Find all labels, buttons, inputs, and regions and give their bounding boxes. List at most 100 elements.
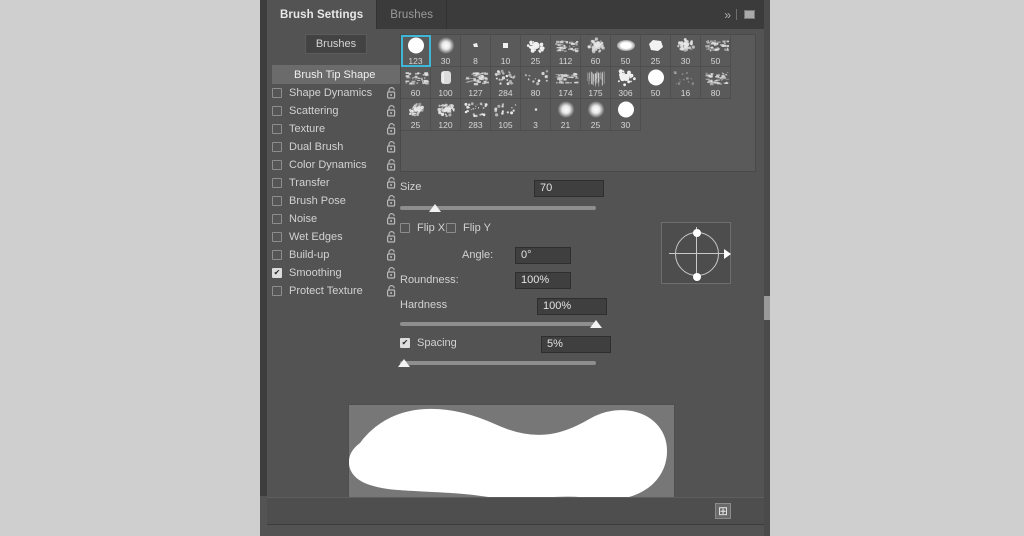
option-checkbox[interactable]	[272, 214, 282, 224]
spacing-checkbox-row[interactable]: Spacing	[400, 337, 457, 349]
brush-preset-cell[interactable]: 175	[581, 67, 611, 99]
brush-preset-cell[interactable]: 306	[611, 67, 641, 99]
brush-preset-cell[interactable]: 284	[491, 67, 521, 99]
panel-scrollbar-thumb[interactable]	[764, 296, 770, 320]
brush-stroke-preview	[348, 404, 675, 503]
option-checkbox[interactable]	[272, 232, 282, 242]
lock-icon[interactable]	[386, 177, 397, 192]
brush-preset-cell[interactable]: 80	[701, 67, 731, 99]
option-checkbox[interactable]	[272, 124, 282, 134]
brush-preset-grid[interactable]: 123 30 8 10 25 112 60 50 25 30 50 60 100 127 284 80 174 1…	[400, 34, 756, 172]
dial-angle-pointer[interactable]	[724, 249, 731, 259]
hardness-slider-track[interactable]	[400, 322, 596, 326]
brush-preset-cell[interactable]: 174	[551, 67, 581, 99]
new-brush-preset-icon[interactable]: ⊞	[715, 503, 731, 519]
brush-preset-cell[interactable]: 112	[551, 35, 581, 67]
brush-preset-cell[interactable]: 50	[641, 67, 671, 99]
brush-preset-cell[interactable]: 50	[701, 35, 731, 67]
option-checkbox[interactable]	[272, 286, 282, 296]
lock-icon[interactable]	[386, 123, 397, 138]
brush-preset-cell[interactable]: 25	[401, 99, 431, 131]
flip-x-checkbox-row[interactable]: Flip X	[400, 222, 445, 234]
lock-icon[interactable]	[386, 213, 397, 228]
brush-preset-cell[interactable]: 30	[431, 35, 461, 67]
option-checkbox[interactable]	[272, 106, 282, 116]
brushes-button[interactable]: Brushes	[305, 34, 367, 54]
sidebar-item-scattering[interactable]: Scattering	[272, 102, 400, 120]
spacing-checkbox[interactable]	[400, 338, 410, 348]
brush-preset-size: 80	[530, 88, 541, 98]
brush-preset-cell[interactable]: 30	[611, 99, 641, 131]
sidebar-item-protect-texture[interactable]: Protect Texture	[272, 282, 400, 300]
panel-menu-icon[interactable]	[744, 10, 755, 19]
flip-y-checkbox-row[interactable]: Flip Y	[446, 222, 491, 234]
dial-circle	[675, 232, 719, 276]
spacing-input[interactable]: 5%	[541, 336, 611, 353]
brush-preset-cell[interactable]: 8	[461, 35, 491, 67]
lock-icon[interactable]	[386, 267, 397, 282]
sidebar-item-dual-brush[interactable]: Dual Brush	[272, 138, 400, 156]
sidebar-item-brush-pose[interactable]: Brush Pose	[272, 192, 400, 210]
brush-preset-cell[interactable]: 25	[581, 99, 611, 131]
size-slider-thumb[interactable]	[429, 204, 442, 212]
tab-brush-settings[interactable]: Brush Settings	[267, 0, 378, 29]
option-checkbox[interactable]	[272, 196, 282, 206]
lock-icon[interactable]	[386, 195, 397, 210]
angle-roundness-dial[interactable]	[661, 222, 731, 284]
dial-top-handle[interactable]	[693, 229, 701, 237]
option-checkbox[interactable]	[272, 160, 282, 170]
lock-icon[interactable]	[386, 231, 397, 246]
hardness-slider-thumb[interactable]	[590, 320, 602, 328]
option-checkbox[interactable]	[272, 142, 282, 152]
sidebar-item-brush-tip-shape[interactable]: Brush Tip Shape	[272, 65, 400, 84]
sidebar-item-transfer[interactable]: Transfer	[272, 174, 400, 192]
brush-preset-cell[interactable]: 60	[581, 35, 611, 67]
brush-preset-cell[interactable]: 30	[671, 35, 701, 67]
brush-preset-cell[interactable]: 25	[641, 35, 671, 67]
flip-y-checkbox[interactable]	[446, 223, 456, 233]
lock-icon[interactable]	[386, 249, 397, 264]
sidebar-item-color-dynamics[interactable]: Color Dynamics	[272, 156, 400, 174]
lock-icon[interactable]	[386, 285, 397, 300]
size-input[interactable]: 70	[534, 180, 604, 197]
brush-preset-cell[interactable]: 21	[551, 99, 581, 131]
sidebar-item-shape-dynamics[interactable]: Shape Dynamics	[272, 84, 400, 102]
lock-icon[interactable]	[386, 87, 397, 102]
brush-thumbnail-dry-brush-icon	[461, 67, 491, 88]
brush-preset-cell[interactable]: 50	[611, 35, 641, 67]
spacing-slider-thumb[interactable]	[397, 359, 410, 367]
flip-x-checkbox[interactable]	[400, 223, 410, 233]
option-label: Shape Dynamics	[289, 87, 373, 99]
sidebar-item-noise[interactable]: Noise	[272, 210, 400, 228]
angle-input[interactable]: 0°	[515, 247, 571, 264]
option-checkbox[interactable]	[272, 178, 282, 188]
tab-brushes[interactable]: Brushes	[377, 0, 448, 29]
dial-bottom-handle[interactable]	[693, 273, 701, 281]
chevron-double-right-icon[interactable]: »	[724, 8, 731, 22]
brush-preset-cell[interactable]: 60	[401, 67, 431, 99]
brush-preset-cell[interactable]: 16	[671, 67, 701, 99]
lock-icon[interactable]	[386, 141, 397, 156]
brush-preset-cell[interactable]: 3	[521, 99, 551, 131]
brush-preset-cell[interactable]: 100	[431, 67, 461, 99]
brush-preset-cell[interactable]: 123	[401, 35, 431, 67]
sidebar-item-wet-edges[interactable]: Wet Edges	[272, 228, 400, 246]
lock-icon[interactable]	[386, 159, 397, 174]
hardness-input[interactable]: 100%	[537, 298, 607, 315]
option-checkbox[interactable]	[272, 88, 282, 98]
lock-icon[interactable]	[386, 105, 397, 120]
brush-preset-cell[interactable]: 120	[431, 99, 461, 131]
sidebar-item-texture[interactable]: Texture	[272, 120, 400, 138]
brush-preset-cell[interactable]: 283	[461, 99, 491, 131]
spacing-slider-track[interactable]	[400, 361, 596, 365]
brush-preset-cell[interactable]: 25	[521, 35, 551, 67]
roundness-input[interactable]: 100%	[515, 272, 571, 289]
sidebar-item-build-up[interactable]: Build-up	[272, 246, 400, 264]
option-checkbox[interactable]	[272, 250, 282, 260]
brush-preset-cell[interactable]: 80	[521, 67, 551, 99]
sidebar-item-smoothing[interactable]: Smoothing	[272, 264, 400, 282]
brush-preset-cell[interactable]: 127	[461, 67, 491, 99]
brush-preset-cell[interactable]: 10	[491, 35, 521, 67]
option-checkbox[interactable]	[272, 268, 282, 278]
brush-preset-cell[interactable]: 105	[491, 99, 521, 131]
